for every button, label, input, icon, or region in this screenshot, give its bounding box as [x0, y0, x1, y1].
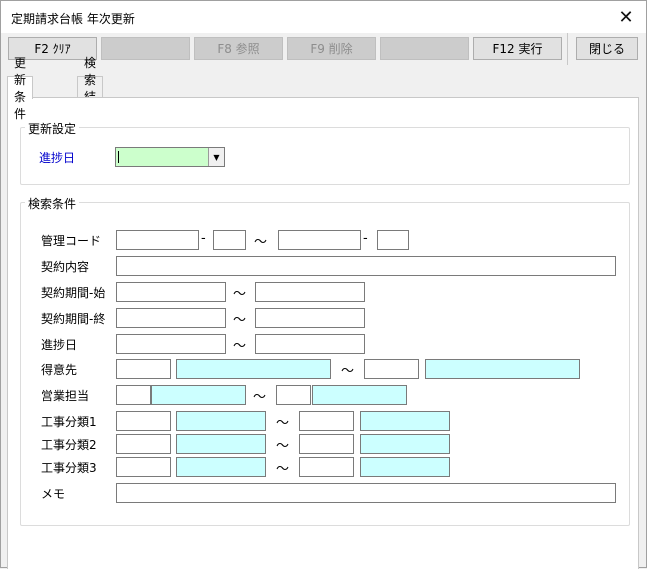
tab-search-results[interactable]: 検索結果: [77, 56, 104, 121]
text-caret: [118, 151, 119, 163]
sales-rep-label: 営業担当: [41, 389, 90, 403]
sales-rep-from-code-input[interactable]: [116, 385, 151, 405]
work-category-1-from-name-field: [176, 411, 266, 431]
dash-separator: -: [363, 231, 368, 246]
work-category-2-to-code-input[interactable]: [299, 434, 354, 454]
work-category-1-label: 工事分類1: [41, 415, 97, 429]
contract-start-to-input[interactable]: [255, 282, 365, 302]
tab-update-conditions[interactable]: 更新条件: [7, 56, 34, 121]
search-conditions-group: 検索条件 管理コード - ～ - 契約内容 契約期間-始 ～ 契約期間-終 ～: [20, 195, 630, 526]
sales-rep-to-name-field: [312, 385, 407, 405]
customer-from-name-field: [176, 359, 331, 379]
progress-date-dropdown[interactable]: ▼: [115, 147, 225, 167]
progress-date-label: 進捗日: [39, 151, 76, 165]
tilde-separator: ～: [253, 390, 267, 405]
tilde-separator: ～: [276, 416, 290, 431]
close-icon[interactable]: ✕: [606, 1, 646, 33]
management-code-to-sub-input[interactable]: [377, 230, 409, 250]
sales-rep-to-code-input[interactable]: [276, 385, 311, 405]
sales-rep-from-name-field: [151, 385, 246, 405]
work-category-2-label: 工事分類2: [41, 438, 97, 452]
work-category-2-from-name-field: [176, 434, 266, 454]
tab-panel-update-conditions: 更新設定 進捗日 ▼ 検索条件 管理コード - ～ - 契約内容 契約期間-始: [7, 97, 639, 569]
contract-content-label: 契約内容: [41, 260, 90, 274]
management-code-to-input[interactable]: [278, 230, 361, 250]
work-category-3-to-name-field: [360, 457, 450, 477]
customer-to-code-input[interactable]: [364, 359, 419, 379]
toolbar-divider: [567, 33, 568, 65]
customer-to-name-field: [425, 359, 580, 379]
work-category-2-from-code-input[interactable]: [116, 434, 171, 454]
blank-button-2: [380, 37, 469, 60]
memo-input[interactable]: [116, 483, 616, 503]
contract-start-label: 契約期間-始: [41, 286, 106, 300]
work-category-1-from-code-input[interactable]: [116, 411, 171, 431]
contract-end-from-input[interactable]: [116, 308, 226, 328]
search-progress-date-label: 進捗日: [41, 338, 78, 352]
contract-content-input[interactable]: [116, 256, 616, 276]
work-category-3-to-code-input[interactable]: [299, 457, 354, 477]
tilde-separator: ～: [276, 462, 290, 477]
work-category-3-from-name-field: [176, 457, 266, 477]
f9-delete-button: F9 削除: [287, 37, 376, 60]
contract-end-to-input[interactable]: [255, 308, 365, 328]
update-settings-legend: 更新設定: [25, 120, 80, 137]
contract-end-label: 契約期間-終: [41, 312, 106, 326]
chevron-down-icon[interactable]: ▼: [208, 148, 224, 166]
management-code-from-sub-input[interactable]: [213, 230, 246, 250]
window-title: 定期請求台帳 年次更新: [11, 12, 135, 26]
progress-date-from-input[interactable]: [116, 334, 226, 354]
work-category-3-from-code-input[interactable]: [116, 457, 171, 477]
function-toolbar: F2 ｸﾘｱ F8 参照 F9 削除 F12 実行 閉じる: [1, 33, 646, 65]
work-category-1-to-name-field: [360, 411, 450, 431]
blank-button-1: [101, 37, 190, 60]
customer-label: 得意先: [41, 363, 78, 377]
tilde-separator: ～: [233, 313, 247, 328]
dash-separator: -: [201, 231, 206, 246]
management-code-from-input[interactable]: [116, 230, 199, 250]
tilde-separator: ～: [233, 287, 247, 302]
tilde-separator: ～: [254, 235, 268, 250]
close-button[interactable]: 閉じる: [576, 37, 638, 60]
tilde-separator: ～: [233, 339, 247, 354]
work-category-3-label: 工事分類3: [41, 461, 97, 475]
work-category-1-to-code-input[interactable]: [299, 411, 354, 431]
progress-date-to-input[interactable]: [255, 334, 365, 354]
f8-reference-button: F8 参照: [194, 37, 283, 60]
app-window: 定期請求台帳 年次更新 ✕ F2 ｸﾘｱ F8 参照 F9 削除 F12 実行 …: [0, 0, 647, 569]
memo-label: メモ: [41, 487, 66, 501]
tilde-separator: ～: [341, 364, 355, 379]
tilde-separator: ～: [276, 439, 290, 454]
search-conditions-legend: 検索条件: [25, 195, 80, 212]
contract-start-from-input[interactable]: [116, 282, 226, 302]
update-settings-group: 更新設定 進捗日 ▼: [20, 120, 630, 185]
customer-from-code-input[interactable]: [116, 359, 171, 379]
title-bar: 定期請求台帳 年次更新 ✕: [1, 1, 646, 33]
work-category-2-to-name-field: [360, 434, 450, 454]
f12-execute-button[interactable]: F12 実行: [473, 37, 562, 60]
management-code-label: 管理コード: [41, 234, 102, 248]
